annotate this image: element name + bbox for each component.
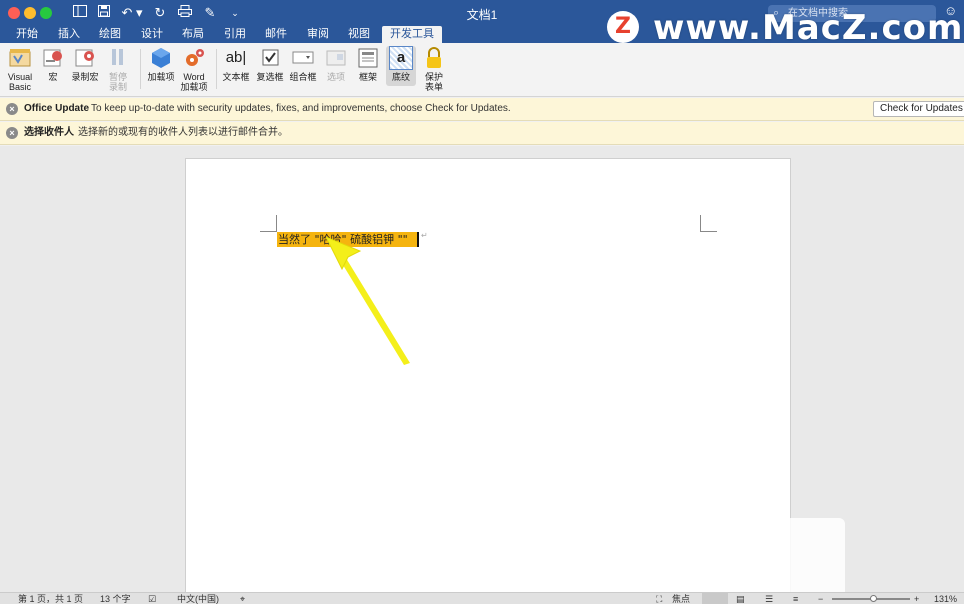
tab-review[interactable]: 审阅 (303, 26, 333, 43)
tab-draw[interactable]: 绘图 (95, 26, 125, 43)
tab-insert[interactable]: 插入 (54, 26, 84, 43)
tab-developer[interactable]: 开发工具 (382, 26, 442, 43)
record-macro-button[interactable]: 录制宏 (70, 46, 100, 82)
pause-recording-label-2: 录制 (108, 82, 127, 92)
check-for-updates-button[interactable]: Check for Updates (873, 101, 964, 117)
pause-recording-label-1: 暂停 (108, 72, 127, 82)
text-box-icon: ab| (225, 49, 247, 66)
ribbon-separator (216, 49, 217, 89)
tab-home[interactable]: 开始 (12, 26, 42, 43)
focus-mode-label[interactable]: 焦点 (672, 593, 690, 604)
print-layout-view-icon[interactable] (702, 593, 728, 604)
options-button[interactable]: 选项 (322, 46, 350, 82)
shading-button[interactable]: a 底纹 (386, 46, 416, 86)
close-recipients-bar-icon[interactable]: × (6, 127, 18, 139)
tab-design[interactable]: 设计 (137, 26, 167, 43)
tab-layout[interactable]: 布局 (178, 26, 208, 43)
protect-form-button[interactable]: 保护 表单 (420, 46, 448, 92)
text-cursor (417, 232, 419, 247)
checkbox-control-button[interactable]: 复选框 (255, 46, 285, 82)
word-count[interactable]: 13 个字 (100, 593, 131, 604)
word-addins-label-1: Word (183, 72, 205, 82)
track-changes-icon[interactable]: ⌖ (240, 593, 245, 604)
select-recipients-bar: × 选择收件人 选择新的或现有的收件人列表以进行邮件合并。 (0, 122, 964, 145)
protect-form-label-1: 保护 (424, 72, 443, 82)
visual-basic-icon (8, 46, 32, 70)
options-label: 选项 (326, 72, 345, 82)
glare-artifact (720, 531, 750, 581)
status-bar: 第 1 页，共 1 页 13 个字 ☑ 中文(中国) ⌖ ⛶ 焦点 ▤ ☰ ≡ … (0, 592, 964, 604)
annotation-arrow (326, 237, 410, 365)
shading-icon: a (389, 46, 413, 70)
update-title: Office Update (24, 103, 90, 114)
web-layout-view-icon[interactable]: ▤ (736, 593, 745, 604)
focus-icon[interactable]: ⛶ (656, 593, 662, 604)
document-page[interactable]: 当然了 "哈哈" 硫酸铝钾 "" ↵ (185, 158, 791, 592)
paragraph-mark: ↵ (421, 231, 428, 240)
combo-box-control-button[interactable]: 组合框 (288, 46, 318, 82)
frame-label: 框架 (358, 72, 377, 82)
watermark-text: www.MacZ.com (653, 8, 964, 48)
shading-label: 底纹 (391, 72, 410, 82)
pause-icon (106, 46, 130, 70)
crop-mark-top-left (260, 215, 277, 232)
tab-references[interactable]: 引用 (220, 26, 250, 43)
zoom-out-button[interactable]: − (818, 593, 823, 604)
zoom-slider-thumb[interactable] (870, 595, 877, 602)
language[interactable]: 中文(中国) (177, 593, 219, 604)
crop-mark-top-right (700, 215, 717, 232)
page-count[interactable]: 第 1 页，共 1 页 (18, 593, 83, 604)
ribbon: Visual Basic 宏 录制宏 暂停 录制 加载项 Word 加载项 ab… (0, 43, 964, 97)
close-update-bar-icon[interactable]: × (6, 103, 18, 115)
record-macro-icon (73, 46, 97, 70)
options-icon (324, 46, 348, 70)
proofing-icon[interactable]: ☑ (148, 593, 156, 604)
outline-view-icon[interactable]: ☰ (765, 593, 773, 604)
lock-icon (422, 46, 446, 70)
checkbox-icon (258, 46, 282, 70)
frame-button[interactable]: 框架 (354, 46, 382, 82)
draft-view-icon[interactable]: ≡ (793, 593, 798, 604)
gear-icon (182, 46, 206, 70)
recipients-title: 选择收件人 (24, 127, 74, 138)
addins-cube-icon (149, 46, 173, 70)
watermark-logo: Z (607, 11, 639, 43)
ribbon-separator (140, 49, 141, 89)
macro-label: 宏 (48, 72, 58, 82)
zoom-level[interactable]: 131% (934, 593, 957, 604)
combo-box-label: 组合框 (289, 72, 317, 82)
visual-basic-label-1: Visual (7, 72, 33, 82)
office-update-bar: × Office Update To keep up-to-date with … (0, 98, 964, 121)
record-macro-label: 录制宏 (71, 72, 99, 82)
document-canvas[interactable]: 当然了 "哈哈" 硫酸铝钾 "" ↵ (0, 146, 964, 592)
word-addins-label-2: 加载项 (180, 82, 208, 92)
frame-icon (356, 46, 380, 70)
text-box-control-button[interactable]: ab| 文本框 (221, 46, 251, 82)
visual-basic-label-2: Basic (8, 82, 31, 92)
glare-artifact (785, 518, 845, 592)
recipients-message: 选择新的或现有的收件人列表以进行邮件合并。 (78, 127, 288, 138)
tab-mailings[interactable]: 邮件 (261, 26, 291, 43)
combo-box-icon (291, 46, 315, 70)
macro-button[interactable]: 宏 (40, 46, 66, 82)
tab-view[interactable]: 视图 (344, 26, 374, 43)
addins-label: 加载项 (147, 72, 175, 82)
checkbox-label: 复选框 (256, 72, 284, 82)
visual-basic-button[interactable]: Visual Basic (4, 46, 36, 92)
addins-button[interactable]: 加载项 (146, 46, 176, 82)
update-message: To keep up-to-date with security updates… (91, 103, 511, 114)
protect-form-label-2: 表单 (424, 82, 443, 92)
macro-icon (41, 46, 65, 70)
zoom-in-button[interactable]: + (914, 593, 919, 604)
watermark: Z www.MacZ.com (607, 8, 962, 48)
pause-recording-button[interactable]: 暂停 录制 (104, 46, 132, 92)
word-addins-button[interactable]: Word 加载项 (179, 46, 209, 92)
text-box-label: 文本框 (222, 72, 250, 82)
